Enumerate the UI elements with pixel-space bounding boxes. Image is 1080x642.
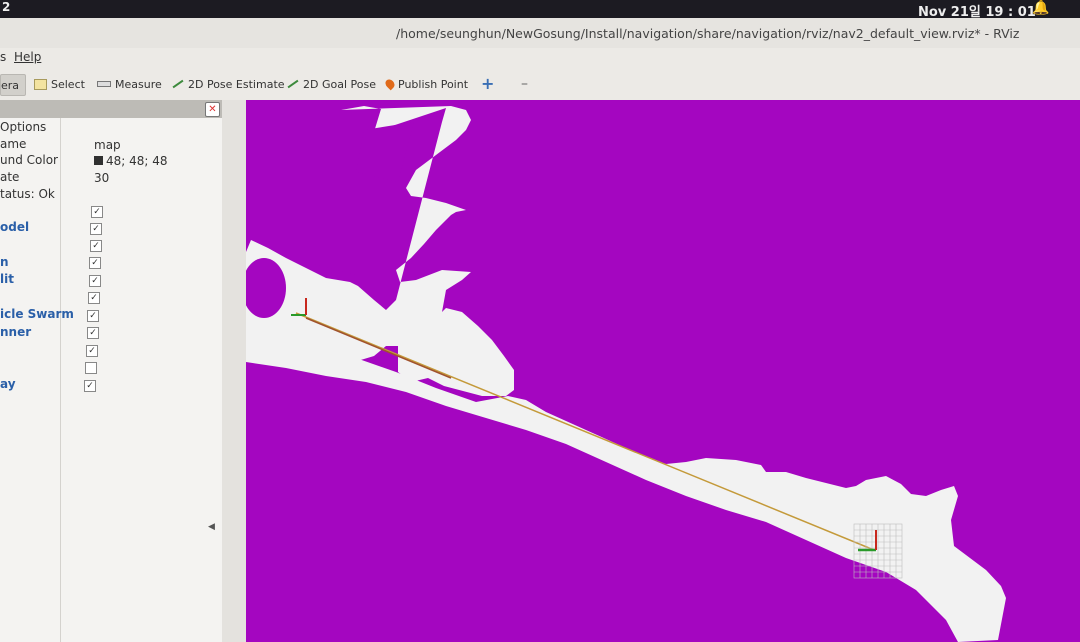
menu-help[interactable]: Help [14,50,41,64]
goal-pose-label: 2D Goal Pose [303,77,376,91]
property-value[interactable]: map [94,138,121,152]
display-checkbox[interactable]: ✓ [91,206,103,218]
window-titlebar: /home/seunghun/NewGosung/Install/navigat… [0,18,1080,49]
property-name: ame [0,137,27,151]
display-checkbox-unchecked[interactable] [85,362,97,374]
display-checkbox[interactable]: ✓ [88,292,100,304]
move-camera-label: era [1,78,20,92]
column-divider [60,118,61,642]
display-item-label[interactable]: icle Swarm [0,307,74,321]
options-header: Options [0,120,47,134]
occupancy-map [246,106,1006,642]
menu-fragment[interactable]: s [0,50,6,64]
add-tool-button[interactable]: + [481,74,494,94]
color-swatch [94,156,103,165]
display-checkbox[interactable]: ✓ [87,327,99,339]
display-item-label[interactable]: odel [0,220,29,234]
window-title: /home/seunghun/NewGosung/Install/navigat… [396,26,1020,41]
remove-tool-button[interactable]: – [521,74,528,94]
display-checkbox[interactable]: ✓ [90,240,102,252]
select-icon [34,78,47,90]
display-checkbox[interactable]: ✓ [89,275,101,287]
measure-label: Measure [115,77,162,91]
tool-toolbar: era Select Measure 2D Pose Estimate 2D G… [0,68,1080,101]
plus-icon: + [481,74,495,93]
planned-path-line [295,312,875,551]
menu-bar: s Help [0,48,1080,68]
display-checkbox[interactable]: ✓ [84,380,96,392]
displays-panel: ✕ Options ame map und Color 48; 48; 48 a… [0,100,223,642]
close-icon[interactable]: ✕ [205,102,220,117]
global-status: tatus: Ok [0,187,55,201]
map-pin-icon [383,77,397,91]
pose-estimate-label: 2D Pose Estimate [188,77,285,91]
goal-pose-tool[interactable]: 2D Goal Pose [287,74,376,94]
render-viewport[interactable] [246,100,1080,642]
move-camera-tool[interactable]: era [0,74,27,96]
publish-point-tool[interactable]: Publish Point [383,74,469,94]
minus-icon: – [521,76,528,92]
panel-header [0,100,222,118]
property-name: und Color [0,153,58,167]
property-name: ate [0,170,20,184]
display-item-label[interactable]: ay [0,377,16,391]
property-value[interactable]: 30 [94,171,109,185]
bell-icon[interactable]: 🔔 [1032,0,1049,16]
display-checkbox[interactable]: ✓ [90,223,102,235]
select-label: Select [51,77,85,91]
panel-splitter[interactable] [222,100,246,642]
display-item-label[interactable]: nner [0,325,31,339]
display-checkbox[interactable]: ✓ [89,257,101,269]
display-item-label[interactable]: lit [0,272,14,286]
display-checkbox[interactable]: ✓ [87,310,99,322]
ruler-icon [97,81,111,87]
property-value-color[interactable]: 48; 48; 48 [94,154,168,168]
goal-arrow-icon [287,79,299,89]
system-top-bar: 2 Nov 21일 19 : 01 🔔 [0,0,1080,20]
map-corridor [246,340,1006,642]
pose-arrow-icon [172,79,184,89]
publish-point-label: Publish Point [398,77,469,91]
corner-label: 2 [2,0,11,14]
measure-tool[interactable]: Measure [97,74,162,94]
display-checkbox[interactable]: ✓ [86,345,98,357]
select-tool[interactable]: Select [34,74,85,94]
color-value: 48; 48; 48 [106,154,168,168]
map-obstacle [356,122,414,182]
collapse-arrow-icon[interactable]: ◀ [208,522,215,532]
pose-estimate-tool[interactable]: 2D Pose Estimate [172,74,285,94]
display-item-label[interactable]: n [0,255,9,269]
map-obstacle [314,200,366,275]
